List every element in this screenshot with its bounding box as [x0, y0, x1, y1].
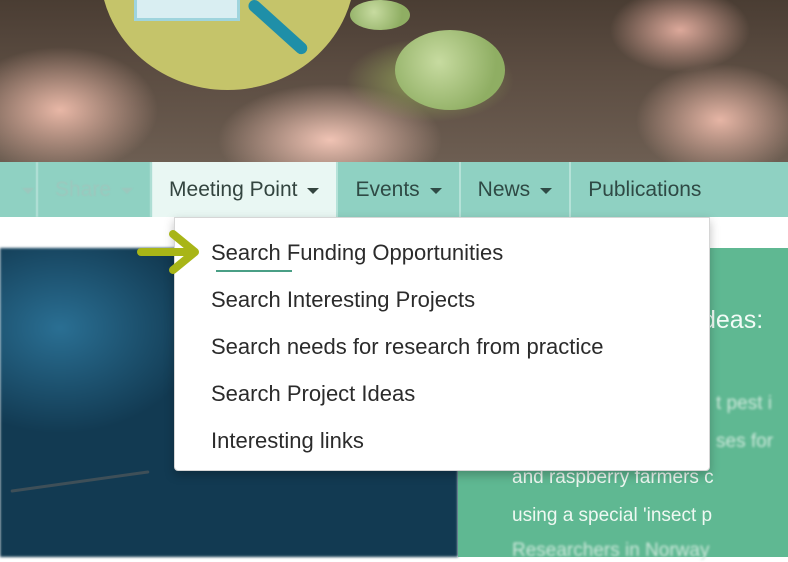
logo-card-icon: [134, 0, 240, 21]
nav-item-label: Events: [355, 177, 420, 201]
seedling-leaf: [350, 0, 410, 30]
panel-title: deas:: [702, 306, 764, 334]
nav-item-label: Publications: [588, 177, 702, 201]
hero-image: [0, 0, 788, 162]
main-nav: Share Meeting Point Events News Publicat…: [0, 162, 788, 217]
nav-item-label: Share: [55, 177, 112, 201]
nav-item-meeting-point[interactable]: Meeting Point: [152, 162, 339, 217]
nav-item-events[interactable]: Events: [338, 162, 461, 217]
nav-item-label: News: [477, 177, 531, 201]
caret-down-icon: [121, 188, 134, 194]
panel-text-line: Researchers in Norway: [512, 540, 710, 561]
seedling-leaf: [395, 30, 505, 110]
menu-item-search-project-ideas[interactable]: Search Project Ideas: [211, 381, 415, 407]
menu-item-search-funding[interactable]: Search Funding Opportunities: [211, 240, 503, 266]
pointer-arrow-icon: [137, 230, 199, 274]
caret-down-icon: [429, 188, 442, 194]
panel-text-line: ses for: [716, 431, 774, 452]
panel-text-line: t pest i: [716, 393, 772, 414]
caret-down-icon: [307, 188, 320, 194]
nav-item-share[interactable]: Share: [38, 162, 153, 217]
menu-item-search-research-needs[interactable]: Search needs for research from practice: [211, 334, 604, 360]
panel-text-line: using a special 'insect p: [512, 505, 713, 526]
caret-down-icon: [540, 188, 553, 194]
nav-item-publications[interactable]: Publications: [571, 162, 718, 217]
menu-item-search-projects[interactable]: Search Interesting Projects: [211, 287, 475, 313]
nav-item-hidden[interactable]: [0, 162, 38, 217]
meeting-point-dropdown: Search Funding Opportunities Search Inte…: [174, 217, 710, 471]
menu-item-underline: [216, 270, 292, 272]
caret-down-icon: [22, 188, 34, 194]
nav-item-news[interactable]: News: [461, 162, 572, 217]
menu-item-interesting-links[interactable]: Interesting links: [211, 428, 364, 454]
nav-item-label: Meeting Point: [169, 177, 298, 201]
